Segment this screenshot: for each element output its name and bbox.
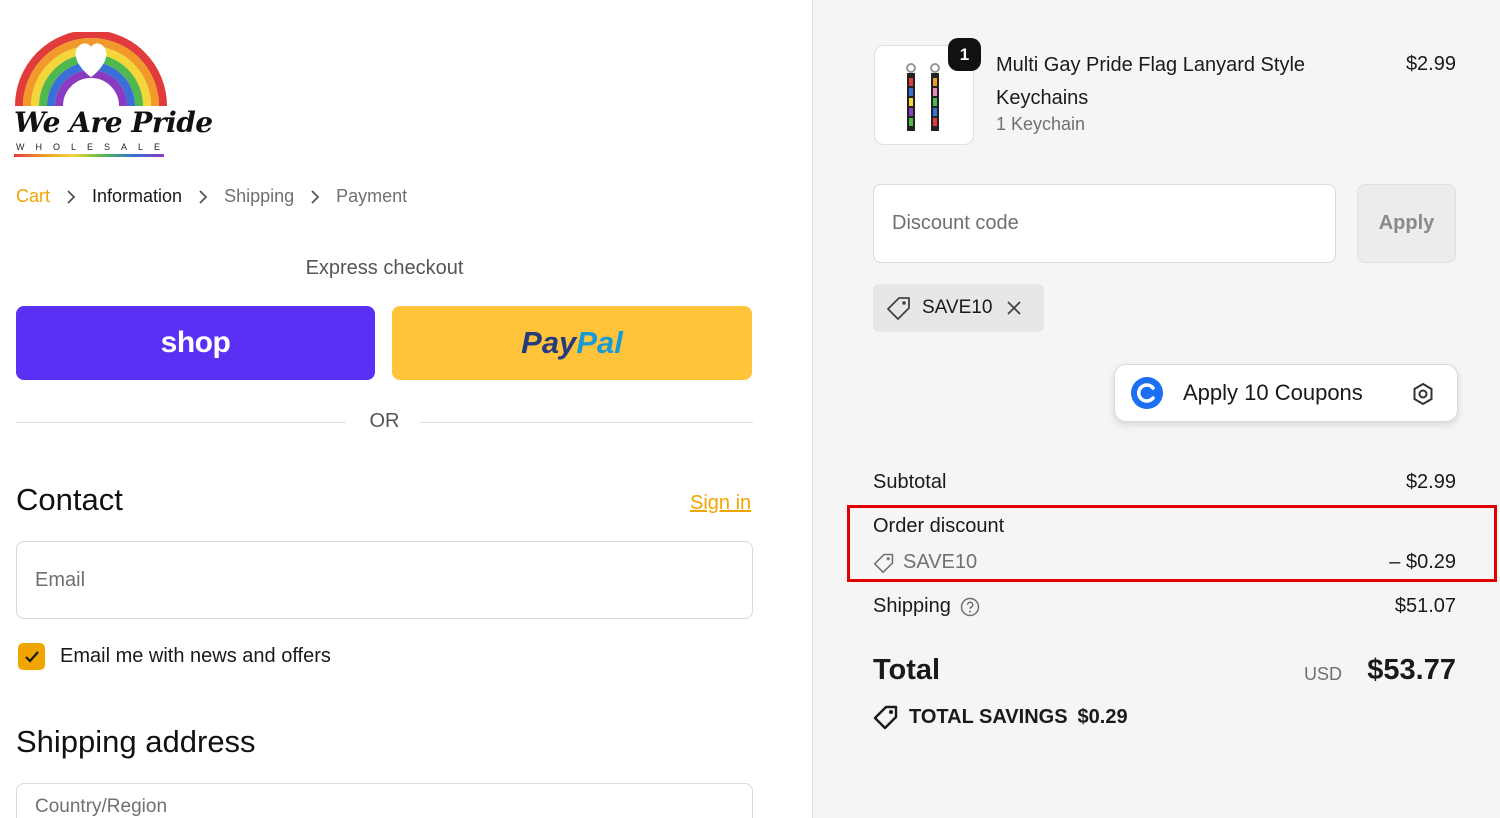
brand-tagline: WHOLESALE [16, 142, 172, 152]
chevron-right-icon [182, 189, 224, 204]
paypal-label-pay: Pay [521, 325, 577, 360]
breadcrumb-cart[interactable]: Cart [16, 186, 50, 207]
apply-coupons-button[interactable]: Apply 10 Coupons [1114, 364, 1458, 422]
apply-discount-button[interactable]: Apply [1357, 184, 1456, 263]
total-savings-value: $0.29 [1077, 705, 1128, 728]
shipping-value: $51.07 [1394, 595, 1456, 617]
discount-code-input[interactable]: Discount code [873, 184, 1336, 263]
coupon-extension-logo-icon [1131, 377, 1163, 409]
brand-underline [14, 154, 164, 157]
remove-discount-icon[interactable] [1006, 300, 1022, 316]
total-currency: USD [1303, 664, 1342, 684]
applied-discount-code: SAVE10 [922, 297, 993, 318]
breadcrumb-payment: Payment [336, 186, 408, 206]
checkout-form-panel: We Are Pride WHOLESALE Cart Information … [0, 0, 812, 818]
shipping-label: Shipping [873, 595, 951, 617]
quantity-badge: 1 [948, 38, 981, 71]
total-amount: $53.77 [1367, 654, 1456, 686]
brand-logo[interactable]: We Are Pride WHOLESALE [14, 32, 213, 160]
divider-line [420, 422, 753, 423]
or-divider: OR [16, 410, 753, 438]
highlight-box [847, 505, 1497, 582]
express-checkout-label: Express checkout [305, 257, 464, 279]
tag-icon [887, 297, 910, 320]
breadcrumb-information: Information [92, 186, 183, 206]
product-price: $2.99 [1405, 53, 1456, 75]
shop-pay-button[interactable]: shop [16, 306, 375, 380]
checkmark-icon [24, 650, 39, 663]
paypal-label-pal: Pal [576, 325, 623, 360]
shipping-address-heading: Shipping address [16, 724, 256, 759]
country-region-select[interactable]: Country/Region [16, 783, 753, 818]
product-name: Multi Gay Pride Flag Lanyard Style Keych… [996, 54, 1306, 109]
breadcrumb: Cart Information Shipping Payment [16, 186, 407, 207]
applied-discount-chip: SAVE10 [873, 284, 1044, 332]
total-label: Total [873, 654, 941, 686]
contact-heading: Contact [16, 482, 123, 517]
sign-in-link[interactable]: Sign in [690, 492, 751, 515]
chevron-right-icon [50, 189, 92, 204]
subtotal-row: Subtotal $2.99 [873, 471, 1456, 494]
product-variant: 1 Keychain [996, 114, 1086, 134]
brand-name: We Are Pride [14, 106, 213, 139]
newsletter-label: Email me with news and offers [60, 645, 331, 667]
rainbow-heart-logo-icon [15, 32, 167, 107]
apply-coupons-label: Apply 10 Coupons [1183, 380, 1363, 405]
newsletter-checkbox-row[interactable]: Email me with news and offers [18, 643, 331, 670]
shipping-row: Shipping $51.07 [873, 595, 1456, 618]
settings-icon[interactable] [1411, 382, 1435, 411]
total-savings-label: TOTAL SAVINGS [909, 705, 1068, 728]
subtotal-value: $2.99 [1405, 471, 1456, 493]
email-field[interactable]: Email [16, 541, 753, 619]
newsletter-checkbox[interactable] [18, 643, 45, 670]
order-summary-panel: 1 Multi Gay Pride Flag Lanyard Style Key… [812, 0, 1500, 818]
breadcrumb-shipping: Shipping [224, 186, 295, 206]
subtotal-label: Subtotal [873, 471, 947, 493]
shop-pay-label: shop [160, 326, 231, 359]
paypal-button[interactable]: Pay Pal [392, 306, 752, 380]
chevron-right-icon [294, 189, 336, 204]
help-icon[interactable] [960, 597, 980, 617]
savings-tag-icon [873, 705, 898, 730]
total-savings: TOTAL SAVINGS $0.29 [873, 704, 1128, 730]
